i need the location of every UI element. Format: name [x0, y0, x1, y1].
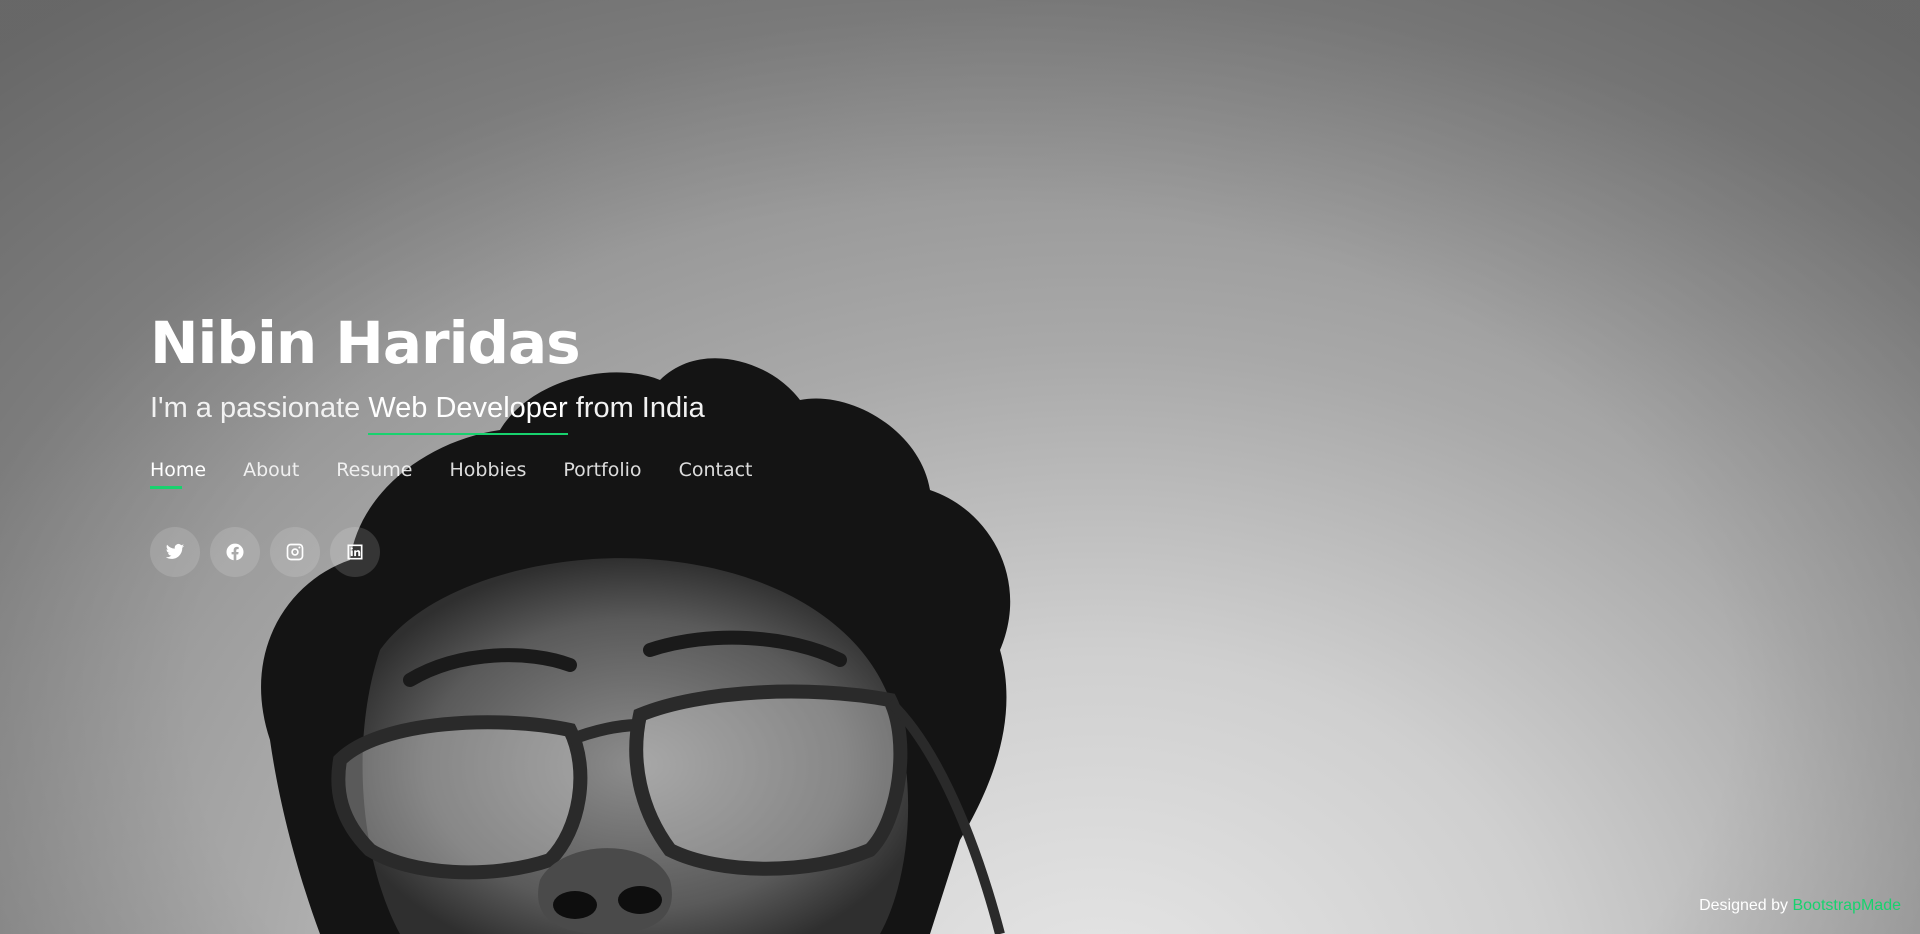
credits-prefix: Designed by — [1699, 897, 1789, 914]
intro-content: Nibin Haridas I'm a passionate Web Devel… — [150, 309, 753, 578]
tagline-suffix: from India — [575, 391, 705, 424]
instagram-link[interactable] — [270, 527, 320, 578]
tagline-typed-role: Web Developer — [368, 391, 568, 424]
site-owner-name: Nibin Haridas — [150, 309, 581, 377]
nav-item-portfolio[interactable]: Portfolio — [563, 459, 641, 487]
tagline: I'm a passionate Web Developer from Indi… — [150, 391, 752, 426]
twitter-icon — [165, 544, 185, 560]
linkedin-link[interactable] — [330, 527, 380, 578]
nav-item-hobbies[interactable]: Hobbies — [449, 459, 526, 487]
twitter-link[interactable] — [150, 527, 200, 578]
nav-item-resume[interactable]: Resume — [336, 459, 412, 487]
nav-item-home[interactable]: Home — [150, 459, 206, 490]
instagram-icon — [286, 544, 304, 561]
nav-item-about[interactable]: About — [243, 459, 299, 487]
linkedin-icon — [347, 544, 363, 560]
main-nav: Home About Resume Hobbies Portfolio Cont… — [150, 459, 753, 490]
bootstrapmade-link[interactable]: BootstrapMade — [1792, 897, 1901, 914]
footer-credits: Designed by BootstrapMade — [1699, 897, 1901, 915]
nav-item-contact[interactable]: Contact — [679, 459, 753, 487]
hero-section: Nibin Haridas I'm a passionate Web Devel… — [0, 0, 1920, 934]
facebook-icon — [226, 544, 244, 561]
facebook-link[interactable] — [210, 527, 260, 578]
social-links — [150, 527, 752, 578]
tagline-prefix: I'm a passionate — [150, 391, 361, 424]
